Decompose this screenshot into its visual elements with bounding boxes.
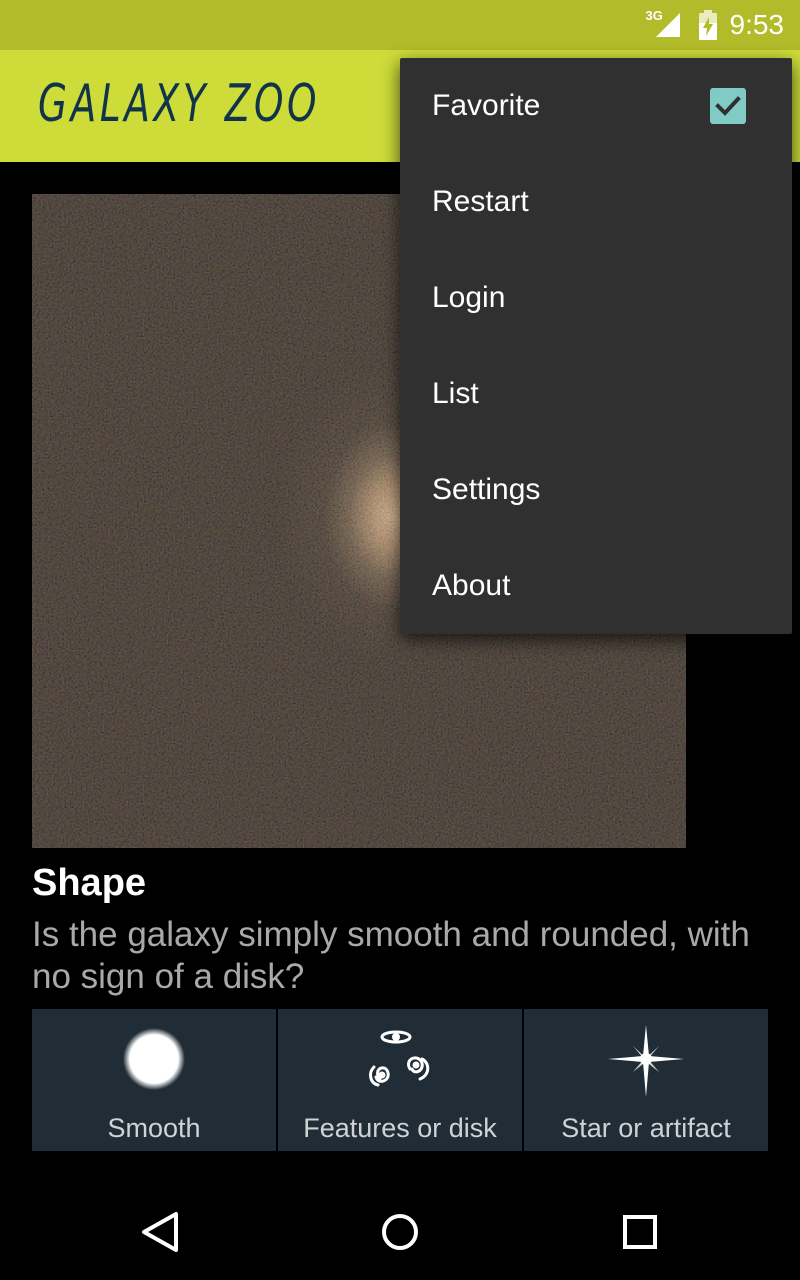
recents-icon[interactable]: [614, 1206, 666, 1258]
menu-item-settings[interactable]: Settings: [400, 442, 792, 538]
star-icon: [606, 1023, 686, 1103]
spiral-galaxy-icon: [360, 1023, 440, 1103]
status-icons: 3G 9:53: [646, 0, 785, 50]
menu-item-label: Restart: [432, 185, 529, 218]
menu-item-label: Login: [432, 281, 506, 314]
answer-smooth-button[interactable]: Smooth: [32, 1009, 276, 1151]
status-bar: 3G 9:53: [0, 0, 800, 50]
home-icon[interactable]: [374, 1206, 426, 1258]
navigation-bar: [0, 1184, 800, 1280]
menu-item-label: Favorite: [432, 89, 541, 122]
answer-buttons: Smooth Features or disk Star or artifact: [32, 1009, 768, 1151]
menu-item-favorite[interactable]: Favorite: [400, 58, 792, 154]
menu-item-label: About: [432, 569, 511, 602]
menu-item-login[interactable]: Login: [400, 250, 792, 346]
back-icon[interactable]: [134, 1206, 186, 1258]
answer-features-button[interactable]: Features or disk: [278, 1009, 522, 1151]
question-text: Is the galaxy simply smooth and rounded,…: [32, 915, 750, 996]
clock: 9:53: [729, 9, 785, 40]
overflow-menu: Favorite Restart Login List Settings Abo…: [400, 58, 792, 634]
answer-star-label: Star or artifact: [561, 1113, 731, 1143]
menu-item-list[interactable]: List: [400, 346, 792, 442]
check-icon: [715, 96, 741, 116]
menu-item-restart[interactable]: Restart: [400, 154, 792, 250]
app-title: GALAXY ZOO: [38, 74, 321, 134]
menu-item-label: List: [432, 377, 479, 410]
answer-features-label: Features or disk: [303, 1113, 497, 1143]
favorite-checkbox[interactable]: [710, 88, 746, 124]
answer-smooth-label: Smooth: [107, 1113, 201, 1143]
answer-star-button[interactable]: Star or artifact: [524, 1009, 768, 1151]
question-title: Shape: [32, 862, 147, 904]
signal-icon: 3G: [646, 9, 686, 41]
battery-charging-icon: [698, 10, 718, 40]
smooth-galaxy-icon: [114, 1023, 194, 1103]
menu-item-label: Settings: [432, 473, 541, 506]
menu-item-about[interactable]: About: [400, 538, 792, 634]
